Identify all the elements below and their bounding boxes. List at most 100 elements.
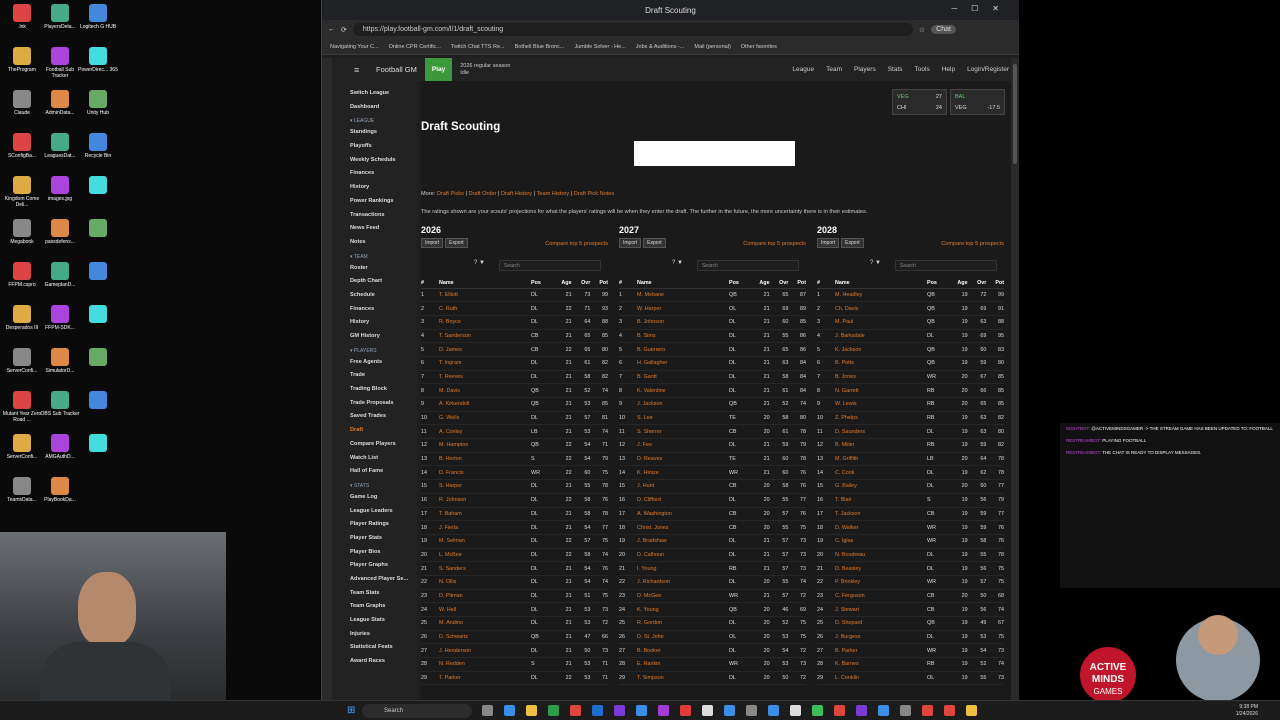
desktop-icon[interactable] xyxy=(78,348,118,368)
sidebar-item[interactable]: Team Stats xyxy=(350,587,417,601)
player-name[interactable]: W. Harper xyxy=(637,301,729,316)
player-name[interactable]: J. Fee xyxy=(637,438,729,453)
player-name[interactable]: D. Saunders xyxy=(835,424,927,440)
desktop-icon[interactable]: Kingdom Come Deli... xyxy=(2,176,42,208)
desktop-icon[interactable] xyxy=(78,305,118,325)
sidebar-item[interactable]: League Stats xyxy=(350,614,417,628)
sidebar-item[interactable]: Notes xyxy=(350,236,417,250)
player-name[interactable]: N. Garrett xyxy=(835,383,927,398)
player-name[interactable]: M. Griffith xyxy=(835,452,927,467)
nav-menu-loginregister[interactable]: Login/Register xyxy=(967,66,1009,73)
taskbar-app-icon[interactable] xyxy=(746,705,757,716)
search-input[interactable]: Search xyxy=(499,260,601,271)
nav-menu-stats[interactable]: Stats xyxy=(888,66,903,73)
player-name[interactable]: A. Washington xyxy=(637,507,729,522)
player-name[interactable]: T. Reeves xyxy=(439,370,531,385)
filter-icon[interactable]: ? ▼ xyxy=(870,260,881,266)
desktop-icon[interactable]: Desperados III xyxy=(2,305,42,331)
player-name[interactable]: M. Selman xyxy=(439,534,531,549)
player-name[interactable]: H. Gallagher xyxy=(637,356,729,371)
nav-menu-help[interactable]: Help xyxy=(942,66,955,73)
player-name[interactable]: C. Iglas xyxy=(835,534,927,549)
compare-link[interactable]: Compare top 5 prospects xyxy=(545,241,608,247)
taskbar-app-icon[interactable] xyxy=(768,705,779,716)
back-icon[interactable]: ← xyxy=(328,26,335,33)
taskbar-app-icon[interactable] xyxy=(878,705,889,716)
sidebar-item[interactable]: History xyxy=(350,181,417,195)
sidebar-item[interactable]: Finances xyxy=(350,167,417,181)
player-name[interactable]: B. Gantt xyxy=(637,370,729,385)
column-header[interactable]: Age xyxy=(551,278,572,289)
taskbar-app-icon[interactable] xyxy=(548,705,559,716)
taskbar-app-icon[interactable] xyxy=(790,705,801,716)
sidebar-item[interactable]: Trade Proposals xyxy=(350,397,417,411)
player-name[interactable]: L. McBee xyxy=(439,548,531,563)
nav-menu-players[interactable]: Players xyxy=(854,66,876,73)
player-name[interactable]: A. Kirkendoll xyxy=(439,397,531,412)
player-name[interactable]: M. Headley xyxy=(835,288,927,303)
desktop-icon[interactable]: FFPM-SDK... xyxy=(40,305,80,331)
column-header[interactable]: Pot xyxy=(590,278,608,289)
sidebar-item[interactable]: Game Log xyxy=(350,491,417,505)
desktop-icon[interactable]: PlayBookDa... xyxy=(40,477,80,503)
taskbar-app-icon[interactable] xyxy=(636,705,647,716)
player-name[interactable]: N. Redden xyxy=(439,657,531,672)
nav-menu-tools[interactable]: Tools xyxy=(915,66,930,73)
brand[interactable]: Football GM xyxy=(376,65,417,74)
desktop-icon[interactable]: GameplanD... xyxy=(40,262,80,288)
player-name[interactable]: C. Ferguson xyxy=(835,589,927,604)
sidebar-item[interactable]: Saved Trades xyxy=(350,410,417,424)
player-name[interactable]: K. Young xyxy=(637,602,729,617)
filter-icon[interactable]: ? ▼ xyxy=(474,260,485,266)
sidebar-item[interactable]: Standings xyxy=(350,126,417,140)
desktop-icon[interactable]: Recycle Bin xyxy=(78,133,118,159)
sidebar-item[interactable]: Finances xyxy=(350,303,417,317)
bookmark-item[interactable]: Jumble Solver - He... xyxy=(574,44,625,50)
sidebar-item[interactable]: Roster xyxy=(350,262,417,276)
desktop-icon[interactable]: passdefens... xyxy=(40,219,80,245)
sidebar-item[interactable]: Trading Block xyxy=(350,383,417,397)
player-name[interactable]: D. Reaves xyxy=(637,452,729,467)
bookmark-item[interactable]: Twitch Chat TTS Re... xyxy=(451,44,505,50)
search-input[interactable]: Search xyxy=(895,260,997,271)
column-header[interactable]: # xyxy=(817,278,835,289)
player-name[interactable]: W. Hall xyxy=(439,602,531,617)
player-name[interactable]: C. Ruth xyxy=(439,301,531,316)
desktop-icon[interactable]: OBS Sub Tracker xyxy=(40,391,80,417)
player-name[interactable]: D. James xyxy=(439,342,531,357)
taskbar-app-icon[interactable] xyxy=(900,705,911,716)
sidebar-item[interactable]: Player Bios xyxy=(350,546,417,560)
desktop-icon[interactable]: TheProgram xyxy=(2,47,42,73)
player-name[interactable]: N. Boudreau xyxy=(835,548,927,563)
sidebar-item[interactable]: Player Ratings xyxy=(350,518,417,532)
bookmark-item[interactable]: Other favorites xyxy=(741,44,777,50)
sidebar-item[interactable]: Statistical Feats xyxy=(350,641,417,655)
score-box[interactable]: BAL VEG -17.5 xyxy=(950,89,1005,115)
player-name[interactable]: J. Bradshaw xyxy=(637,534,729,549)
player-name[interactable]: J. Henderson xyxy=(439,643,531,659)
sidebar-item[interactable]: Watch List xyxy=(350,452,417,466)
compare-link[interactable]: Compare top 5 prospects xyxy=(941,241,1004,247)
bookmark-item[interactable]: Jobs & Auditions -... xyxy=(636,44,685,50)
reload-icon[interactable]: ⟳ xyxy=(341,26,347,34)
sidebar-item[interactable]: Injuries xyxy=(350,628,417,642)
player-name[interactable]: D. Walker xyxy=(835,520,927,535)
score-box[interactable]: VEG 27 CHI 24 xyxy=(892,89,947,115)
column-header[interactable]: Name xyxy=(439,278,531,289)
desktop-icon[interactable]: TeamsData... xyxy=(2,477,42,503)
start-icon[interactable]: ⊞ xyxy=(347,705,355,716)
player-name[interactable]: T. Elliott xyxy=(439,288,531,303)
player-name[interactable]: M. Paul xyxy=(835,315,927,330)
sidebar-item[interactable]: GM History xyxy=(350,330,417,344)
player-name[interactable]: T. Sanderson xyxy=(439,329,531,344)
sidebar-item[interactable]: Weekly Schedule xyxy=(350,154,417,168)
column-header[interactable]: Ovr xyxy=(967,278,987,289)
taskbar-app-icon[interactable] xyxy=(570,705,581,716)
player-name[interactable]: B. Guerrero xyxy=(637,342,729,357)
nav-menu-team[interactable]: Team xyxy=(826,66,842,73)
player-name[interactable]: T. Simpson xyxy=(637,671,729,686)
player-name[interactable]: Ch. Davis xyxy=(835,301,927,316)
url-input[interactable]: https://play.football-gm.com/l/1/draft_s… xyxy=(352,23,913,36)
taskbar-app-icon[interactable] xyxy=(966,705,977,716)
player-name[interactable]: Z. Phelps xyxy=(835,411,927,426)
